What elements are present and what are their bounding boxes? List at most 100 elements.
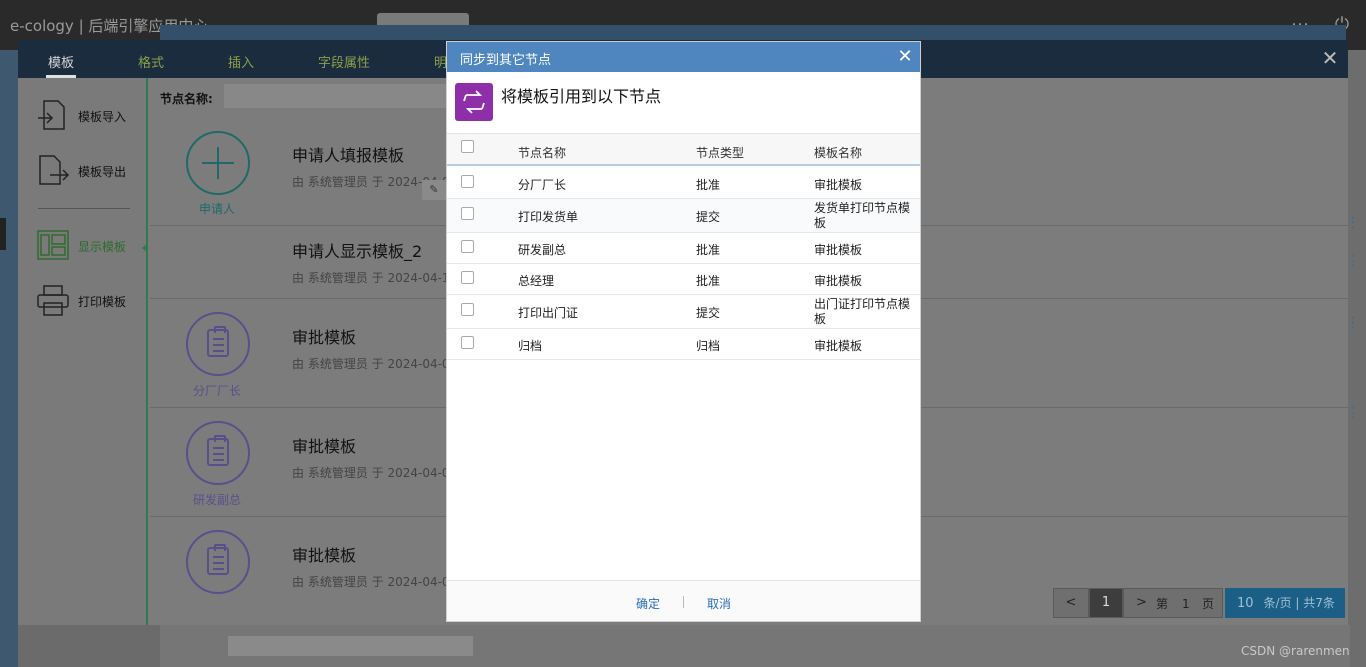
clipboard-icon [207, 544, 229, 575]
node-circle[interactable] [186, 530, 250, 594]
cell-template-name: 发货单打印节点模板 [814, 201, 911, 230]
cell-node-name: 研发副总 [518, 243, 567, 257]
table-row[interactable]: 打印出门证 提交 出门证打印节点模板 [447, 295, 920, 329]
column-header-node-type: 节点类型 [696, 146, 745, 160]
template-title[interactable]: 审批模板 [292, 433, 356, 457]
scroll-dots: ⋮ [1346, 405, 1360, 421]
sidebar-item-import[interactable]: 模板导入 [36, 98, 146, 134]
layout-icon [37, 230, 69, 260]
sidebar-divider [38, 208, 130, 209]
template-title[interactable]: 审批模板 [292, 324, 356, 348]
clipboard-icon [207, 326, 229, 357]
cell-node-name: 总经理 [518, 274, 555, 288]
cell-node-name: 分厂厂长 [518, 178, 567, 192]
cell-template-name: 审批模板 [814, 243, 863, 257]
table-row[interactable]: 研发副总 批准 审批模板 [447, 233, 920, 264]
cell-template-name: 审批模板 [814, 178, 863, 192]
next-arrow: > [1136, 595, 1147, 610]
sidebar-item-export[interactable]: 模板导出 [36, 153, 146, 189]
left-rail [0, 50, 18, 667]
prev-page-button[interactable]: < [1053, 588, 1089, 618]
node-caption: 申请人 [198, 202, 235, 216]
template-title[interactable]: 申请人填报模板 [292, 142, 404, 166]
dialog-title: 同步到其它节点 [460, 53, 552, 68]
sync-nodes-dialog: 同步到其它节点 ✕ 将模板引用到以下节点 节点名称 节点类型 模板名称 分厂厂长… [446, 41, 921, 622]
node-circle[interactable] [186, 312, 250, 376]
page-size-select[interactable]: 10 条/页 | 共7条 [1225, 588, 1345, 618]
row-checkbox[interactable] [461, 336, 474, 349]
node-name-label: 节点名称: [160, 92, 213, 106]
edit-icon[interactable]: ✎ [422, 180, 446, 200]
cell-node-type: 提交 [696, 306, 721, 320]
dialog-close-icon[interactable]: ✕ [895, 47, 915, 67]
active-item-indicator [142, 243, 148, 253]
scroll-dots: ⋮ [1346, 315, 1360, 331]
table-row[interactable]: 总经理 批准 审批模板 [447, 264, 920, 295]
cell-node-type: 归档 [696, 339, 721, 353]
page-suffix: 页 [1202, 597, 1215, 611]
cell-template-name: 审批模板 [814, 339, 863, 353]
cell-template-name: 审批模板 [814, 274, 863, 288]
sidebar-item-label: 打印模板 [78, 295, 127, 309]
select-all-checkbox[interactable] [461, 140, 474, 153]
row-checkbox[interactable] [461, 303, 474, 316]
node-caption: 分厂厂长 [192, 384, 241, 398]
clipboard-icon [207, 435, 229, 466]
tab-format[interactable]: 格式 [138, 52, 164, 71]
column-header-node-name: 节点名称 [518, 146, 567, 160]
node-name-input[interactable] [224, 84, 464, 108]
tab-insert[interactable]: 插入 [228, 52, 254, 71]
cell-node-type: 批准 [696, 178, 721, 192]
column-header-template-name: 模板名称 [814, 146, 863, 160]
editor-close-icon[interactable]: ✕ [1318, 46, 1342, 70]
right-area [1348, 50, 1366, 667]
editor-sidebar: 模板导入 模板导出 显示模板 打印模板 [18, 78, 148, 625]
template-meta: 由 系统管理员 于 2024-04-0 [292, 466, 450, 480]
sidebar-item-display-template[interactable]: 显示模板 [36, 228, 146, 264]
tab-template[interactable]: 模板 [48, 52, 74, 71]
cell-template-name: 出门证打印节点模板 [814, 297, 911, 326]
add-applicant-node[interactable] [186, 131, 250, 195]
template-title[interactable]: 申请人显示模板_2 [292, 238, 422, 262]
footer-divider [683, 596, 684, 608]
tab-field-properties[interactable]: 字段属性 [318, 52, 370, 71]
template-meta: 由 系统管理员 于 2024-04-0 [292, 575, 450, 589]
cell-node-type: 批准 [696, 243, 721, 257]
template-meta: 由 系统管理员 于 2024-04-1 [292, 271, 450, 285]
cell-node-type: 批准 [696, 274, 721, 288]
dialog-header: 同步到其它节点 ✕ [447, 42, 920, 72]
row-checkbox[interactable] [461, 271, 474, 284]
export-icon [39, 155, 70, 185]
dialog-footer: 确定 取消 [447, 580, 920, 621]
node-circle[interactable] [186, 421, 250, 485]
template-title[interactable]: 审批模板 [292, 542, 356, 566]
sidebar-item-label: 模板导入 [78, 110, 127, 124]
scroll-dots: ⋮ [1346, 253, 1360, 269]
cancel-button[interactable]: 取消 [707, 595, 731, 612]
template-meta: 由 系统管理员 于 2024-04-0 [292, 357, 450, 371]
page-size-value: 10 [1237, 596, 1254, 611]
printer-icon [37, 285, 69, 316]
row-checkbox[interactable] [461, 240, 474, 253]
cell-node-name: 打印出门证 [518, 306, 579, 320]
sidebar-item-print-template[interactable]: 打印模板 [36, 283, 146, 319]
table-row[interactable]: 分厂厂长 批准 审批模板 [447, 168, 920, 199]
row-checkbox[interactable] [461, 207, 474, 220]
page-prefix: 第 [1156, 597, 1169, 611]
table-row[interactable]: 归档 归档 审批模板 [447, 329, 920, 360]
scroll-dots: ⋮ [1346, 215, 1360, 231]
table-header: 节点名称 节点类型 模板名称 [447, 133, 920, 166]
sidebar-item-label: 显示模板 [78, 240, 127, 254]
current-page-button[interactable]: 1 [1089, 588, 1123, 618]
cell-node-name: 打印发货单 [518, 210, 579, 224]
watermark: CSDN @rarenmen [1241, 644, 1350, 658]
page-size-suffix: 条/页 | 共7条 [1263, 596, 1335, 610]
confirm-button[interactable]: 确定 [636, 595, 660, 612]
background-window-bottom-inner [228, 636, 473, 656]
cell-node-name: 归档 [518, 339, 543, 353]
row-checkbox[interactable] [461, 175, 474, 188]
page-input[interactable]: 1 [1182, 597, 1190, 611]
table-row[interactable]: 打印发货单 提交 发货单打印节点模板 [447, 199, 920, 233]
cell-node-type: 提交 [696, 210, 721, 224]
sync-icon [455, 83, 493, 121]
